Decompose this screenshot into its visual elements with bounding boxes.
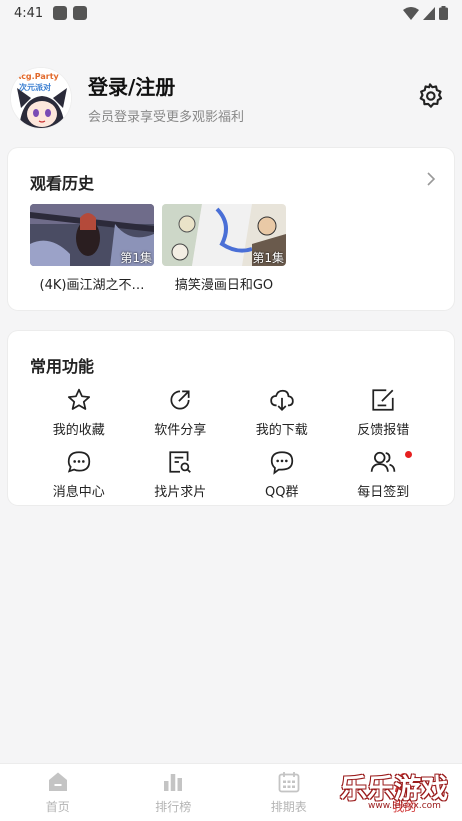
functions-grid: 我的收藏 软件分享 我的下载 反馈报错 消息中心 找片求片 QQ群 每日签到 — [8, 387, 454, 501]
login-title[interactable]: 登录/注册 — [88, 71, 244, 100]
signal-icon — [423, 6, 435, 20]
status-indicators — [403, 6, 448, 20]
nav-label: 首页 — [45, 800, 70, 814]
chat-icon — [270, 451, 293, 475]
func-messages[interactable]: 消息中心 — [28, 449, 130, 501]
func-label: 我的下载 — [255, 423, 308, 438]
users-icon — [371, 451, 396, 472]
cloud-download-icon — [270, 389, 294, 411]
func-label: 消息中心 — [52, 485, 105, 500]
nav-label: 我的 — [392, 800, 417, 814]
func-qq-group[interactable]: QQ群 — [231, 449, 333, 501]
edit-icon — [372, 389, 394, 411]
func-label: 每日签到 — [357, 485, 410, 500]
func-favorites[interactable]: 我的收藏 — [28, 387, 130, 439]
user-icon — [395, 773, 414, 792]
history-thumbnail[interactable]: 第1集 — [30, 204, 154, 266]
func-feedback[interactable]: 反馈报错 — [333, 387, 435, 439]
func-downloads[interactable]: 我的下载 — [231, 387, 333, 439]
func-label: 我的收藏 — [52, 423, 105, 438]
history-item[interactable]: 第1集 (4K)画江湖之不… — [30, 204, 154, 293]
avatar-logo-top: Acg.Party — [15, 72, 59, 81]
login-subtitle: 会员登录享受更多观影福利 — [88, 110, 245, 125]
history-title: 观看历史 — [30, 174, 95, 193]
nav-label: 排行榜 — [155, 800, 192, 814]
gear-icon[interactable] — [416, 82, 444, 110]
home-icon — [48, 772, 67, 791]
nav-home[interactable]: 首页 — [0, 764, 116, 821]
func-label: 反馈报错 — [357, 423, 410, 438]
history-item[interactable]: 第1集 搞笑漫画日和GO — [162, 204, 286, 293]
profile-header[interactable]: Acg.Party 次元派对 登录/注册 会员登录享受更多观影福利 — [10, 67, 452, 129]
share-icon — [170, 390, 190, 410]
episode-label: 第1集 — [120, 251, 152, 265]
func-label: 找片求片 — [154, 485, 207, 500]
avatar-logo-bottom: 次元派对 — [19, 83, 51, 92]
nav-mine[interactable]: 我的 — [347, 764, 462, 821]
nav-schedule[interactable]: 排期表 — [231, 764, 347, 821]
notification-dot — [405, 451, 412, 458]
calendar-icon — [278, 772, 300, 793]
func-label: 软件分享 — [154, 423, 207, 438]
func-request[interactable]: 找片求片 — [130, 449, 232, 501]
avatar[interactable]: Acg.Party 次元派对 — [10, 67, 72, 129]
func-label: QQ群 — [265, 485, 299, 500]
bottom-nav: 首页 排行榜 排期表 我的 — [0, 763, 462, 821]
battery-icon — [439, 6, 448, 20]
episode-label: 第1集 — [252, 251, 284, 265]
search-doc-icon — [169, 451, 192, 473]
nav-label: 排期表 — [270, 800, 307, 814]
history-list: 第1集 (4K)画江湖之不… 第1集 搞笑漫画日和GO — [30, 204, 286, 293]
func-checkin[interactable]: 每日签到 — [333, 449, 435, 501]
history-card: 观看历史 第1集 (4K)画江湖之不… 第1集 搞笑漫画日和GO — [8, 148, 454, 310]
func-share[interactable]: 软件分享 — [130, 387, 232, 439]
functions-card: 常用功能 我的收藏 软件分享 我的下载 反馈报错 消息中心 找片求片 QQ群 每… — [8, 331, 454, 505]
wifi-icon — [403, 6, 419, 20]
status-time: 4:41 — [14, 5, 44, 21]
bar-chart-icon — [164, 774, 183, 791]
notification-icon — [53, 6, 68, 20]
nav-ranking[interactable]: 排行榜 — [116, 764, 232, 821]
profile-text: 登录/注册 会员登录享受更多观影福利 — [88, 71, 244, 125]
history-item-name: 搞笑漫画日和GO — [174, 278, 274, 293]
notification-icon — [73, 6, 88, 20]
chevron-right-icon[interactable] — [426, 172, 436, 186]
history-thumbnail[interactable]: 第1集 — [162, 204, 286, 266]
functions-title: 常用功能 — [30, 357, 95, 376]
history-item-name: (4K)画江湖之不… — [39, 278, 145, 293]
status-bar: 4:41 — [0, 0, 462, 26]
star-icon — [67, 388, 90, 410]
message-icon — [67, 451, 90, 473]
